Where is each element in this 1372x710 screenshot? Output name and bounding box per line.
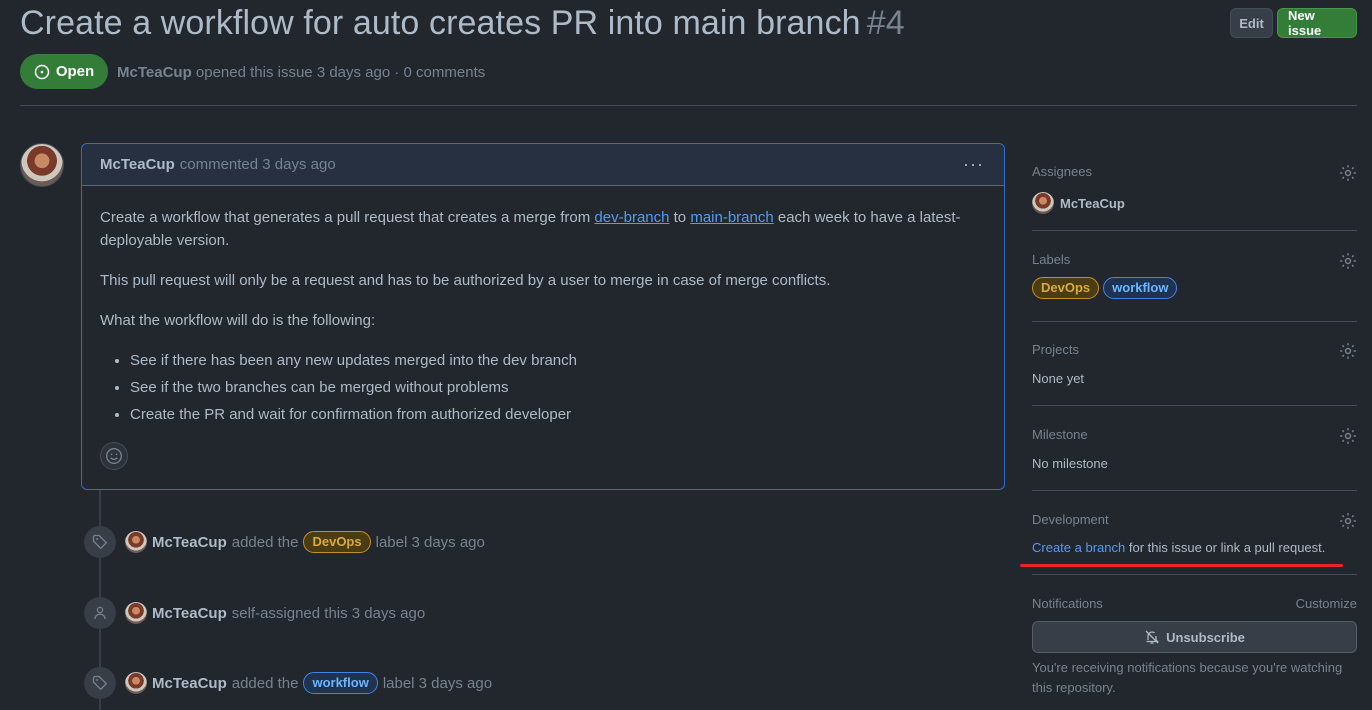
timeline-user-link[interactable]: McTeaCup: [152, 675, 227, 692]
comment-body: Create a workflow that generates a pull …: [82, 186, 1004, 426]
issue-meta-text: opened this issue 3 days ago · 0 comment…: [195, 64, 486, 81]
main-branch-link[interactable]: main-branch: [690, 209, 773, 226]
avatar[interactable]: [125, 602, 147, 624]
header-divider: [20, 105, 1357, 106]
gear-icon[interactable]: [1339, 252, 1357, 270]
add-reaction-button[interactable]: [100, 442, 128, 470]
label-list: DevOps workflow: [1032, 277, 1357, 299]
new-issue-button[interactable]: New issue: [1277, 8, 1357, 38]
comment-text: Create a workflow that generates a pull …: [100, 209, 595, 226]
comment-header: McTeaCup commented 3 days ago ···: [82, 144, 1004, 186]
sidebar-assignees: Assignees McTeaCup: [1032, 164, 1357, 214]
status-badge: Open: [20, 54, 108, 89]
timeline-text: added the: [231, 674, 299, 692]
sidebar-section-title: Assignees: [1032, 164, 1092, 179]
sidebar-section-title: Development: [1032, 512, 1109, 527]
gear-icon[interactable]: [1339, 427, 1357, 445]
comment-paragraph: Create a workflow that generates a pull …: [100, 206, 986, 252]
sidebar-section-title: Labels: [1032, 252, 1071, 267]
label-workflow[interactable]: workflow: [1103, 277, 1178, 299]
development-rest: for this issue or link a pull request.: [1125, 540, 1326, 555]
list-item: Create the PR and wait for confirmation …: [130, 403, 986, 426]
sidebar-divider: [1032, 321, 1357, 322]
sidebar-milestone: Milestone No milestone: [1032, 427, 1357, 471]
comment-paragraph: What the workflow will do is the followi…: [100, 312, 376, 329]
assignee-name: McTeaCup: [1060, 195, 1125, 211]
comment-menu-icon[interactable]: ···: [963, 154, 984, 175]
list-item: See if the two branches can be merged wi…: [130, 376, 986, 399]
timeline-user-link[interactable]: McTeaCup: [152, 605, 227, 622]
comment-paragraph: This pull request will only be a request…: [100, 272, 831, 289]
bell-slash-icon: [1145, 630, 1160, 644]
label-devops[interactable]: DevOps: [1032, 277, 1100, 299]
label-workflow[interactable]: workflow: [303, 672, 378, 694]
gear-icon[interactable]: [1339, 512, 1357, 530]
issue-comment: McTeaCup commented 3 days ago ··· Create…: [81, 143, 1005, 490]
annotation-underline: [1020, 564, 1343, 567]
assignee-item[interactable]: McTeaCup: [1032, 192, 1357, 214]
avatar[interactable]: [20, 143, 64, 187]
comment-author-link[interactable]: McTeaCup: [100, 156, 175, 173]
timeline-event: McTeaCup added the DevOps label 3 days a…: [84, 526, 485, 558]
comment-text: to: [669, 209, 691, 226]
timeline-text: label 3 days ago: [375, 533, 485, 551]
avatar[interactable]: [125, 672, 147, 694]
sidebar-labels: Labels DevOps workflow: [1032, 252, 1357, 299]
issue-meta: McTeaCup opened this issue 3 days ago · …: [117, 64, 485, 81]
timeline-text: self-assigned this 3 days ago: [231, 604, 426, 622]
smiley-icon: [106, 448, 122, 464]
issue-title-text: Create a workflow for auto creates PR in…: [20, 4, 861, 42]
milestone-value: No milestone: [1032, 456, 1108, 471]
person-icon: [84, 597, 116, 629]
timeline-user-link[interactable]: McTeaCup: [152, 534, 227, 551]
list-item: See if there has been any new updates me…: [130, 349, 986, 372]
unsubscribe-label: Unsubscribe: [1166, 629, 1245, 645]
sidebar-section-title: Projects: [1032, 342, 1079, 357]
timeline-event: McTeaCup added the workflow label 3 days…: [84, 667, 492, 699]
tag-icon: [84, 667, 116, 699]
sidebar-divider: [1032, 230, 1357, 231]
gear-icon[interactable]: [1339, 342, 1357, 360]
avatar[interactable]: [125, 531, 147, 553]
sidebar-projects: Projects None yet: [1032, 342, 1357, 386]
unsubscribe-button[interactable]: Unsubscribe: [1032, 621, 1357, 653]
tag-icon: [84, 526, 116, 558]
sidebar-divider: [1032, 405, 1357, 406]
edit-button[interactable]: Edit: [1230, 8, 1273, 38]
issue-author-link[interactable]: McTeaCup: [117, 64, 192, 81]
timeline-event: McTeaCup self-assigned this 3 days ago: [84, 597, 425, 629]
issue-open-icon: [34, 64, 50, 79]
create-branch-link[interactable]: Create a branch: [1032, 540, 1125, 555]
notification-note: You're receiving notifications because y…: [1032, 660, 1343, 695]
issue-title: Create a workflow for auto creates PR in…: [20, 4, 905, 43]
sidebar-divider: [1032, 490, 1357, 491]
development-text: Create a branch for this issue or link a…: [1032, 540, 1357, 555]
sidebar-development: Development Create a branch for this iss…: [1032, 512, 1357, 555]
dev-branch-link[interactable]: dev-branch: [594, 209, 669, 226]
status-label: Open: [55, 63, 95, 80]
sidebar-divider: [1032, 574, 1357, 575]
comment-time[interactable]: commented 3 days ago: [180, 156, 336, 173]
label-devops[interactable]: DevOps: [303, 531, 371, 553]
projects-value: None yet: [1032, 371, 1085, 386]
timeline-text: label 3 days ago: [382, 674, 493, 692]
gear-icon[interactable]: [1339, 164, 1357, 182]
sidebar-notifications: Notifications Customize: [1032, 596, 1357, 611]
customize-link[interactable]: Customize: [1296, 596, 1357, 611]
comment-list: See if there has been any new updates me…: [130, 349, 986, 426]
sidebar-section-title: Milestone: [1032, 427, 1088, 442]
issue-number: #4: [866, 4, 905, 42]
avatar: [1032, 192, 1054, 214]
timeline-text: added the: [231, 533, 299, 551]
